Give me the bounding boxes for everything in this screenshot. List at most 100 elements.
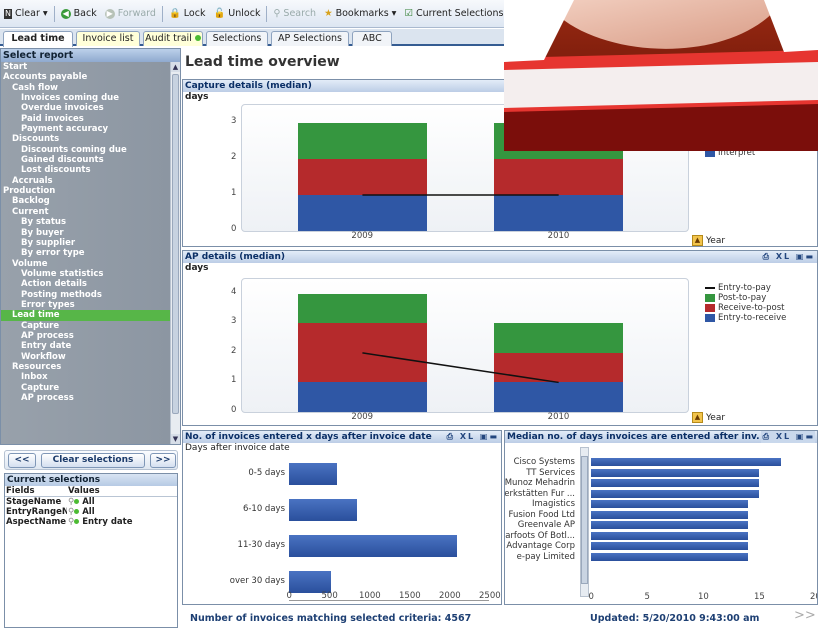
bar[interactable] bbox=[591, 542, 748, 550]
scroll-down-icon[interactable]: ▼ bbox=[171, 434, 180, 444]
print-icon[interactable]: ⎙ bbox=[763, 432, 771, 441]
back-button[interactable]: ◀ Back bbox=[57, 8, 101, 19]
bar[interactable] bbox=[289, 571, 332, 593]
restore-icon[interactable]: ▣ bbox=[796, 432, 806, 441]
menu-scrollbar[interactable]: ▲ ▼ bbox=[170, 62, 180, 444]
bar[interactable] bbox=[591, 552, 748, 561]
sidebar-item[interactable]: Overdue invoices bbox=[1, 103, 171, 113]
next-page-arrow[interactable]: >> bbox=[794, 608, 816, 623]
sidebar-item[interactable]: By error type bbox=[1, 248, 171, 258]
sidebar-item[interactable]: Entry date bbox=[1, 341, 171, 351]
bar[interactable] bbox=[591, 531, 748, 540]
bar[interactable] bbox=[289, 535, 457, 557]
tab-ap-selections[interactable]: AP Selections bbox=[271, 31, 349, 46]
x-tick-label: 0 bbox=[588, 592, 594, 602]
sidebar-item[interactable]: Inbox bbox=[1, 372, 171, 382]
sidebar-item[interactable]: Paid invoices bbox=[1, 114, 171, 124]
tab-selections[interactable]: Selections bbox=[206, 31, 268, 46]
legend-item: Entry-to-pay bbox=[705, 283, 786, 293]
panel-icons[interactable]: ⎙ XL ▣▬ bbox=[763, 251, 815, 263]
bar[interactable] bbox=[591, 479, 759, 487]
maximize-icon[interactable]: ▬ bbox=[805, 432, 815, 441]
y-tick-label: 0 bbox=[231, 405, 237, 415]
bar[interactable] bbox=[591, 510, 748, 519]
sidebar-item[interactable]: Capture bbox=[1, 321, 171, 331]
clear-button[interactable]: N Clear ▾ bbox=[0, 8, 52, 19]
bar[interactable] bbox=[591, 458, 782, 466]
sidebar-item[interactable]: Lost discounts bbox=[1, 165, 171, 175]
ap-details-panel: AP details (median) ⎙ XL ▣▬ days ▲ Year En… bbox=[182, 250, 818, 426]
bookmark-icon: ★ bbox=[324, 8, 333, 19]
sidebar-item[interactable]: By supplier bbox=[1, 238, 171, 248]
x-tick-label: 1500 bbox=[399, 591, 421, 601]
sidebar-item[interactable]: Invoices coming due bbox=[1, 93, 171, 103]
lock-button[interactable]: 🔒 Lock bbox=[165, 8, 210, 19]
x-tick-label: 2009 bbox=[351, 412, 374, 422]
sidebar-item[interactable]: Posting methods bbox=[1, 290, 171, 300]
sidebar-item[interactable]: Payment accuracy bbox=[1, 124, 171, 134]
sidebar-item[interactable]: Volume bbox=[1, 259, 171, 269]
sidebar-item[interactable]: Workflow bbox=[1, 352, 171, 362]
restore-icon[interactable]: ▣ bbox=[480, 432, 490, 441]
bar[interactable] bbox=[289, 463, 337, 485]
sidebar-item[interactable]: AP process bbox=[1, 393, 171, 403]
sidebar-item[interactable]: Backlog bbox=[1, 196, 171, 206]
bar[interactable] bbox=[591, 489, 759, 498]
sidebar-item[interactable]: Lead time bbox=[1, 310, 171, 321]
sidebar-item[interactable]: Action details bbox=[1, 279, 171, 289]
entry-to-pay-line bbox=[362, 352, 559, 384]
median-panel-title: Median no. of days invoices are entered … bbox=[505, 431, 817, 443]
sidebar-item[interactable]: Production bbox=[1, 186, 171, 196]
current-selections-button[interactable]: ☑ Current Selections bbox=[400, 8, 507, 19]
prev-button[interactable]: << bbox=[8, 453, 36, 468]
sidebar-item[interactable]: By buyer bbox=[1, 228, 171, 238]
capture-year-button[interactable]: ▲ Year bbox=[692, 235, 725, 246]
median-chart-area: Cisco Systems TT Services Munoz Mehadrin We… bbox=[505, 445, 817, 604]
tab-abc[interactable]: ABC bbox=[352, 31, 392, 46]
sidebar-item[interactable]: Cash flow bbox=[1, 83, 171, 93]
invoices-days-panel: No. of invoices entered x days after inv… bbox=[182, 430, 502, 605]
tab-invoice-list[interactable]: Invoice list bbox=[76, 31, 140, 46]
panel-icons[interactable]: ⎙ XL ▣▬ bbox=[760, 431, 815, 443]
y-tick-label: 2 bbox=[231, 345, 237, 356]
bar[interactable] bbox=[591, 521, 748, 529]
table-row[interactable]: EntryRangeNam⚲ All bbox=[5, 507, 177, 517]
table-row[interactable]: StageName ⚲ All bbox=[5, 497, 177, 507]
table-row[interactable]: AspectName ⚲ Entry date bbox=[5, 517, 177, 527]
restore-icon[interactable]: ▣ bbox=[796, 252, 806, 261]
bar[interactable] bbox=[591, 468, 759, 477]
sidebar-item[interactable]: Capture bbox=[1, 383, 171, 393]
print-icon[interactable]: ⎙ bbox=[447, 432, 455, 441]
forward-button[interactable]: ▶ Forward bbox=[101, 8, 160, 19]
sidebar-item[interactable]: By status bbox=[1, 217, 171, 227]
tab-audit-trail[interactable]: Audit trail bbox=[143, 31, 203, 46]
bookmarks-button[interactable]: ★ Bookmarks ▾ bbox=[320, 8, 400, 19]
sidebar-item[interactable]: Current bbox=[1, 207, 171, 217]
scroll-up-icon[interactable]: ▲ bbox=[171, 62, 180, 72]
unlock-button[interactable]: 🔓 Unlock bbox=[209, 8, 264, 19]
search-button[interactable]: ⚲ Search bbox=[269, 8, 320, 19]
clear-selections-button[interactable]: Clear selections bbox=[41, 453, 145, 468]
sidebar-item[interactable]: Accounts payable bbox=[1, 72, 171, 82]
sidebar-item[interactable]: Discounts bbox=[1, 134, 171, 144]
sidebar-item[interactable]: Accruals bbox=[1, 176, 171, 186]
ap-year-button[interactable]: ▲ Year bbox=[692, 412, 725, 423]
print-icon[interactable]: ⎙ bbox=[763, 252, 771, 261]
maximize-icon[interactable]: ▬ bbox=[489, 432, 499, 441]
panel-icons[interactable]: ⎙ XL ▣▬ bbox=[447, 431, 499, 443]
category-label: Greenvale AP bbox=[517, 520, 575, 530]
sidebar-item[interactable]: Start bbox=[1, 62, 171, 72]
sidebar-item[interactable]: Error types bbox=[1, 300, 171, 310]
sidebar-item[interactable]: Resources bbox=[1, 362, 171, 372]
sidebar-item[interactable]: AP process bbox=[1, 331, 171, 341]
next-button[interactable]: >> bbox=[150, 453, 176, 468]
maximize-icon[interactable]: ▬ bbox=[805, 252, 815, 261]
sidebar-item[interactable]: Gained discounts bbox=[1, 155, 171, 165]
excel-icon[interactable]: XL bbox=[776, 252, 791, 261]
sidebar-item[interactable]: Discounts coming due bbox=[1, 145, 171, 155]
bar[interactable] bbox=[289, 499, 357, 521]
tab-lead-time[interactable]: Lead time bbox=[3, 31, 73, 47]
scroll-thumb[interactable] bbox=[172, 74, 179, 414]
bar[interactable] bbox=[591, 500, 748, 508]
sidebar-item[interactable]: Volume statistics bbox=[1, 269, 171, 279]
